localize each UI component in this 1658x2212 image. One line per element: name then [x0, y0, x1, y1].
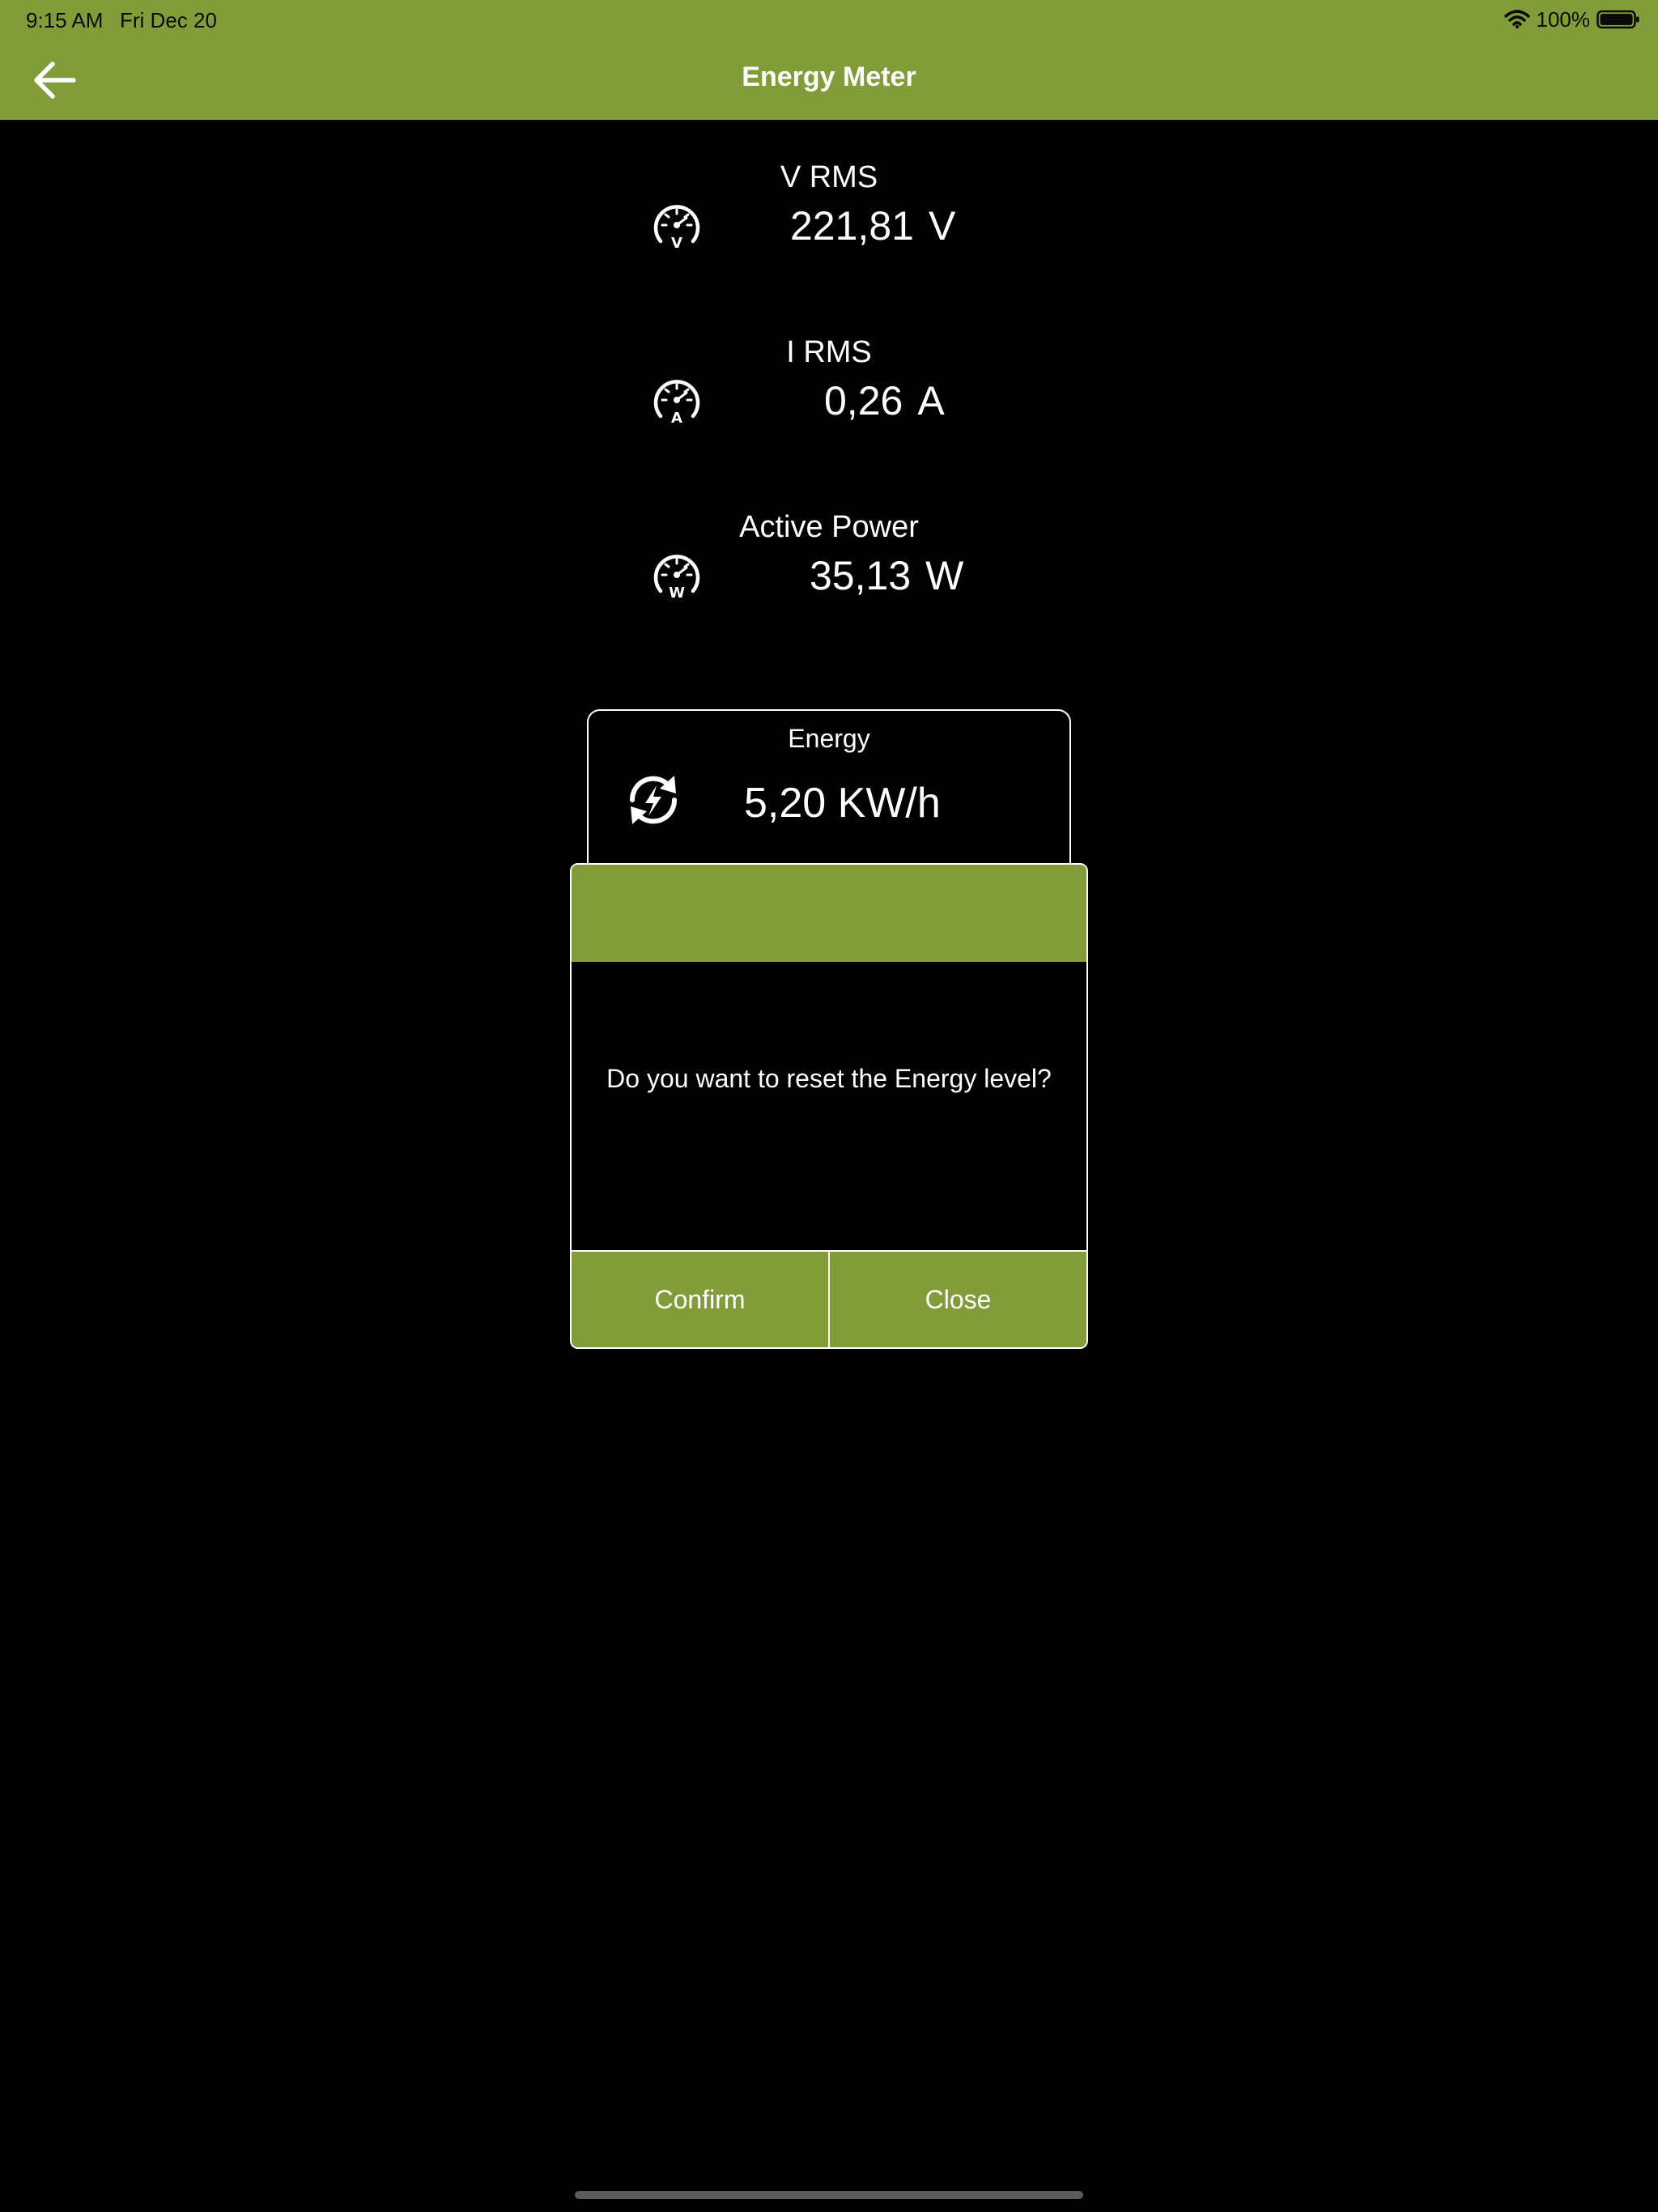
irms-unit: A [917, 378, 945, 423]
wifi-icon [1503, 10, 1530, 29]
vrms-number: 221,81 [790, 203, 914, 249]
reset-energy-icon[interactable] [621, 768, 686, 832]
irms-value: 0,26 A [824, 377, 945, 424]
top-bar: 9:15 AM Fri Dec 20 100% Energy Meter [0, 0, 1658, 120]
page-title: Energy Meter [742, 62, 916, 92]
status-indicators: 100% [1503, 5, 1641, 34]
active-power-unit: W [925, 553, 964, 598]
energy-card[interactable]: Energy 5,20 KW/h [587, 709, 1071, 887]
close-button[interactable]: Close [830, 1252, 1086, 1347]
active-power-number: 35,13 [810, 553, 912, 598]
gauge-letter: A [671, 410, 682, 426]
home-indicator[interactable] [575, 2191, 1083, 2199]
dialog-button-row: Confirm Close [572, 1250, 1086, 1347]
dialog-header [572, 865, 1086, 962]
wattmeter-gauge-icon: W [651, 549, 703, 602]
energy-value: 5,20 KW/h [744, 780, 941, 827]
active-power-value: 35,13 W [810, 552, 963, 599]
energy-label: Energy [788, 724, 870, 753]
gauge-letter: W [669, 585, 685, 601]
gauge-letter: V [671, 235, 682, 251]
battery-icon [1596, 10, 1640, 29]
dialog-message: Do you want to reset the Energy level? [606, 1064, 1052, 1093]
irms-label: I RMS [786, 335, 872, 369]
voltmeter-gauge-icon: V [651, 199, 703, 252]
ammeter-gauge-icon: A [651, 374, 703, 427]
active-power-label: Active Power [739, 510, 919, 544]
vrms-unit: V [928, 203, 956, 249]
vrms-label: V RMS [780, 160, 878, 194]
irms-number: 0,26 [824, 378, 903, 423]
reset-energy-dialog: Do you want to reset the Energy level? C… [570, 863, 1088, 1349]
battery-percentage: 100% [1536, 6, 1591, 32]
confirm-button[interactable]: Confirm [572, 1252, 828, 1347]
status-time: 9:15 AM [26, 8, 104, 32]
vrms-value: 221,81 V [790, 202, 955, 249]
status-date: Fri Dec 20 [120, 8, 217, 32]
